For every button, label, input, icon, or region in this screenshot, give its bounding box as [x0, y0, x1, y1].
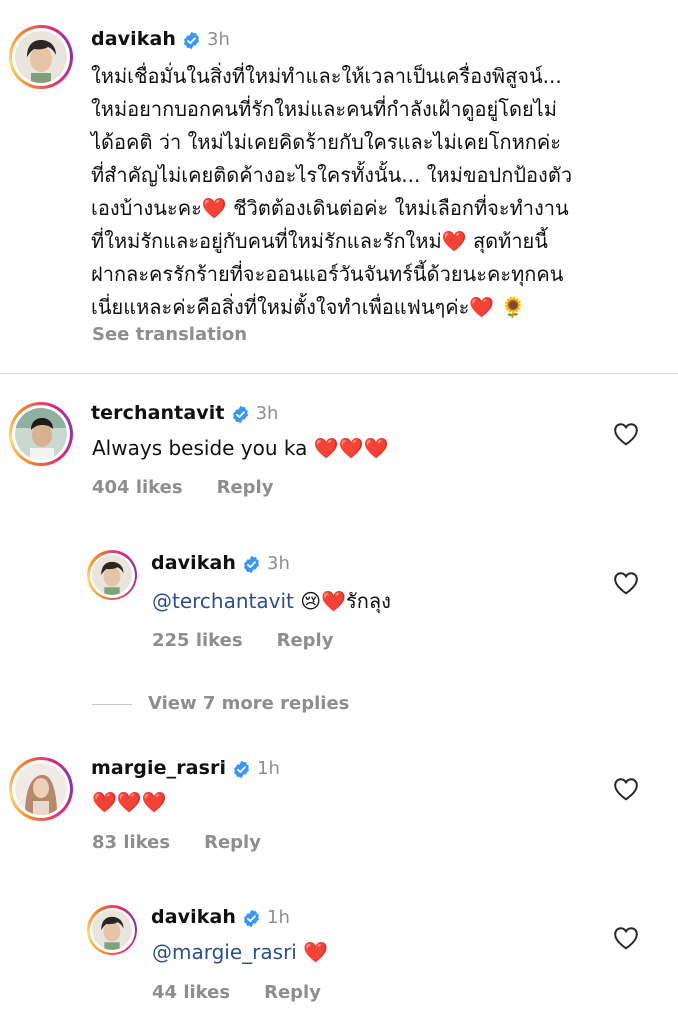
reply-username[interactable]: davikah	[151, 552, 236, 574]
avatar-image	[15, 31, 67, 83]
comment-meta: 83 likes Reply	[92, 832, 295, 853]
comment-text: ❤️❤️❤️	[92, 790, 167, 814]
verified-icon	[182, 31, 201, 50]
caption-line: ฝากละครรักร้ายที่จะออนแอร์วันจันทร์นี้ด้…	[91, 262, 564, 286]
caption-line: เนี่ยแหละค่ะคือสิ่งที่ใหม่ตั้งใจทำเพื่อแ…	[91, 295, 526, 319]
post-time: 3h	[207, 29, 230, 50]
reply-avatar[interactable]	[87, 905, 137, 955]
view-more-replies-button[interactable]: View 7 more replies	[148, 693, 349, 714]
comment-avatar[interactable]	[9, 757, 73, 821]
reply-time: 3h	[267, 553, 290, 574]
like-heart-icon[interactable]	[613, 777, 639, 801]
verified-icon	[242, 555, 261, 574]
verified-icon	[231, 405, 250, 424]
like-heart-icon[interactable]	[613, 571, 639, 595]
caption-line: ที่สำคัญไม่เคยติดค้างอะไรใครทั้งนั้น... …	[91, 163, 573, 187]
avatar-image	[15, 763, 67, 815]
comment-text: Always beside you ka ❤️❤️❤️	[92, 436, 389, 460]
divider	[0, 373, 678, 374]
caption-line: ใหม่อยากบอกคนที่รักใหม่และคนที่กำลังเฝ้า…	[91, 97, 557, 121]
like-heart-icon[interactable]	[613, 926, 639, 950]
reply-text: @terchantavit 😢❤️รักลุง	[152, 586, 391, 616]
mention-link[interactable]: @terchantavit	[152, 589, 294, 613]
comment-likes[interactable]: 404 likes	[92, 477, 183, 498]
caption-line: ได้อคติ ว่า ใหม่ไม่เคยคิดร้ายกับใครและไม…	[91, 130, 561, 154]
reply-likes[interactable]: 44 likes	[152, 982, 230, 1003]
caption-line: ใหม่เชื่อมั่นในสิ่งที่ใหม่ทำและให้เวลาเป…	[91, 64, 562, 88]
reply-meta: 225 likes Reply	[152, 630, 367, 651]
post-caption: ใหม่เชื่อมั่นในสิ่งที่ใหม่ทำและให้เวลาเป…	[91, 61, 671, 325]
comment-time: 3h	[255, 403, 279, 424]
reply-button[interactable]: Reply	[264, 982, 321, 1003]
caption-line: ที่ใหม่รักและอยู่กับคนที่ใหม่รักและรักให…	[91, 229, 548, 253]
comment-meta: 404 likes Reply	[92, 477, 307, 498]
post-avatar[interactable]	[9, 25, 73, 89]
avatar-image	[15, 408, 67, 460]
comment-avatar[interactable]	[9, 402, 73, 466]
post-username[interactable]: davikah	[91, 28, 176, 50]
reply-button[interactable]: Reply	[277, 630, 334, 651]
reply-header: davikah 3h	[151, 552, 290, 574]
avatar-image	[92, 555, 132, 595]
view-more-line	[92, 704, 132, 705]
reply-button[interactable]: Reply	[204, 832, 261, 853]
reply-avatar[interactable]	[87, 550, 137, 600]
comment-header: terchantavit 3h	[91, 402, 278, 424]
reply-header: davikah 1h	[151, 906, 290, 928]
reply-message: ❤️	[296, 940, 329, 964]
reply-button[interactable]: Reply	[217, 477, 274, 498]
like-heart-icon[interactable]	[613, 422, 639, 446]
comment-username[interactable]: terchantavit	[91, 402, 225, 424]
reply-likes[interactable]: 225 likes	[152, 630, 243, 651]
comment-username[interactable]: margie_rasri	[91, 757, 226, 779]
avatar-image	[92, 910, 132, 950]
verified-icon	[242, 909, 261, 928]
comment-likes[interactable]: 83 likes	[92, 832, 170, 853]
comment-header: margie_rasri 1h	[91, 757, 280, 779]
see-translation-link[interactable]: See translation	[92, 324, 247, 345]
reply-time: 1h	[267, 907, 290, 928]
comment-time: 1h	[257, 758, 280, 779]
reply-text: @margie_rasri ❤️	[152, 937, 328, 967]
mention-link[interactable]: @margie_rasri	[152, 940, 297, 964]
post-header: davikah 3h	[91, 28, 230, 54]
reply-message: 😢❤️รักลุง	[293, 589, 391, 613]
reply-username[interactable]: davikah	[151, 906, 236, 928]
verified-icon	[232, 760, 251, 779]
reply-meta: 44 likes Reply	[152, 982, 355, 1003]
caption-line: เองบ้างนะคะ❤️ ชีวิตต้องเดินต่อค่ะ ใหม่เล…	[91, 196, 569, 220]
